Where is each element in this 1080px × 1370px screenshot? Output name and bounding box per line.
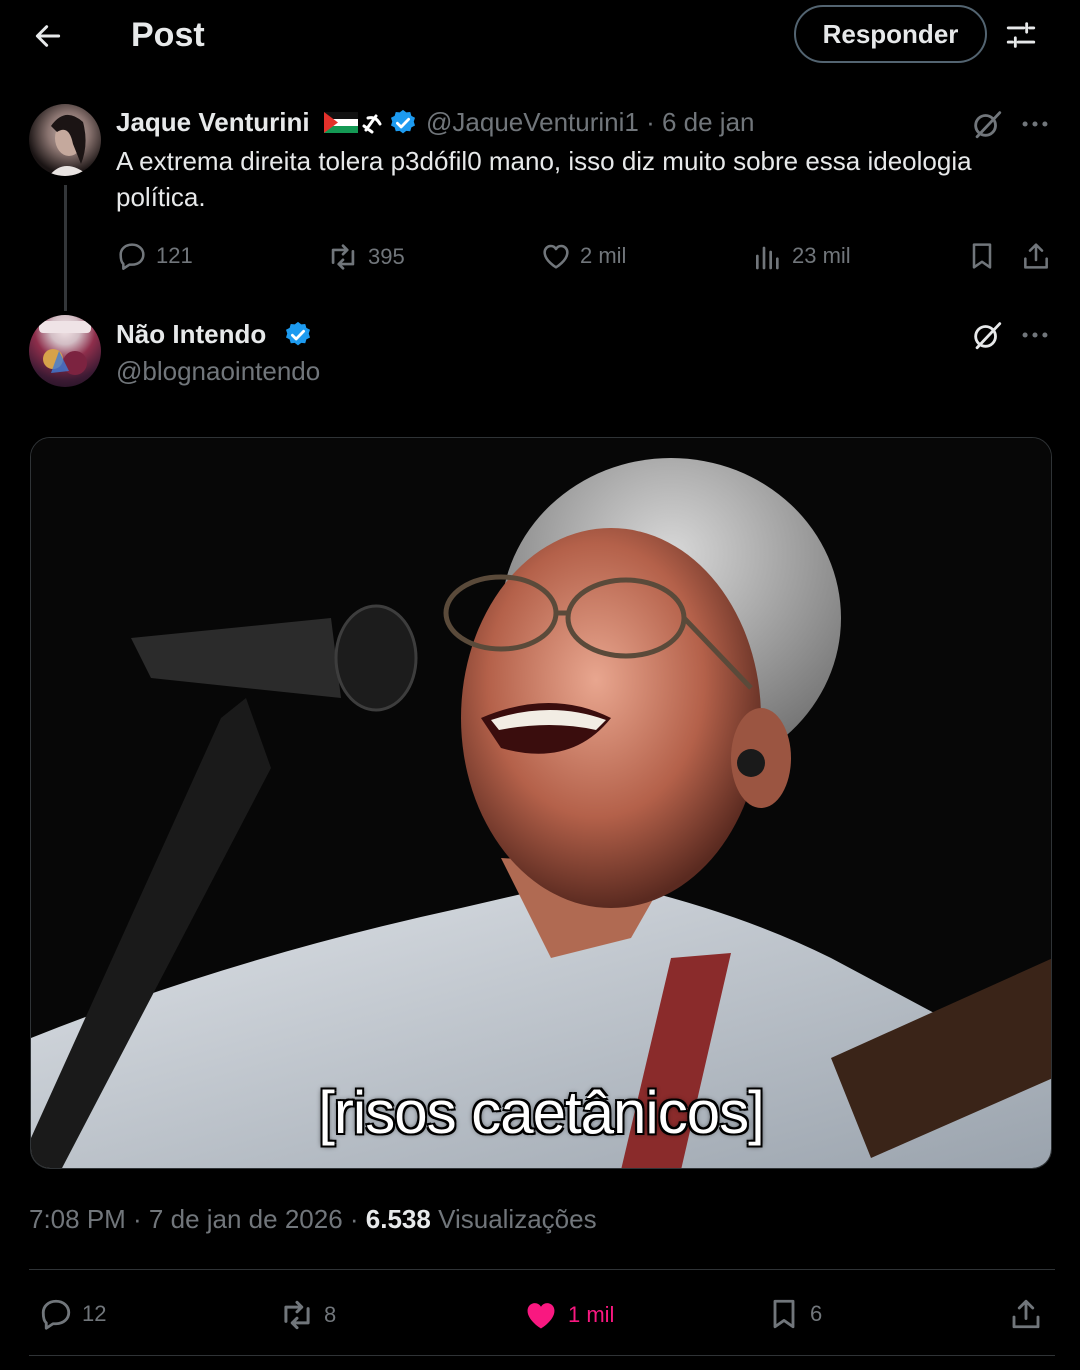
grok-icon bbox=[974, 111, 1002, 139]
views-action[interactable]: 23 mil bbox=[752, 240, 851, 272]
post-text: A extrema direita tolera p3dófil0 mano, … bbox=[116, 146, 972, 212]
heart-filled-icon bbox=[527, 1303, 555, 1329]
repost-count: 8 bbox=[324, 1302, 337, 1327]
author-handle-and-date: @JaqueVenturini1 · 6 de jan bbox=[426, 107, 755, 137]
verified-badge-icon bbox=[286, 321, 310, 346]
bookmark-action[interactable] bbox=[966, 240, 998, 272]
post-timestamp: 7:08 PM · 7 de jan de 2026 · 6.538 Visua… bbox=[29, 1204, 597, 1235]
singer-photo bbox=[31, 438, 1051, 1168]
views-label: Visualizações bbox=[430, 1204, 597, 1234]
repost-action[interactable]: 395 bbox=[326, 240, 405, 274]
reply-count: 12 bbox=[82, 1301, 107, 1326]
like-action[interactable]: 1 mil bbox=[522, 1296, 614, 1334]
divider bbox=[29, 1355, 1055, 1356]
share-icon bbox=[1024, 243, 1048, 269]
grok-button[interactable] bbox=[970, 107, 1004, 141]
top-bar: Post Responder bbox=[0, 0, 1080, 72]
author-name[interactable]: Jaque Venturini bbox=[116, 107, 310, 138]
avatar-photo bbox=[39, 321, 91, 375]
like-count: 2 mil bbox=[580, 243, 627, 268]
thread-connector-line bbox=[64, 185, 67, 311]
bookmark-count: 6 bbox=[810, 1301, 823, 1326]
bookmark-action[interactable]: 6 bbox=[766, 1296, 822, 1332]
post-time[interactable]: 7:08 PM · 7 de jan de 2026 · bbox=[29, 1204, 366, 1234]
more-dots-icon bbox=[1022, 121, 1048, 127]
reply-icon bbox=[41, 1299, 71, 1330]
views-count: 23 mil bbox=[792, 243, 851, 268]
reply-action[interactable]: 121 bbox=[116, 240, 193, 272]
like-action[interactable]: 2 mil bbox=[540, 240, 626, 272]
grok-icon bbox=[974, 322, 1002, 350]
analytics-icon bbox=[756, 246, 779, 270]
reply-action[interactable]: 12 bbox=[38, 1296, 106, 1332]
repost-icon bbox=[284, 1300, 310, 1330]
views-count: 6.538 bbox=[365, 1204, 431, 1234]
divider bbox=[29, 1269, 1055, 1270]
page-title: Post bbox=[131, 16, 205, 54]
reply-count: 121 bbox=[156, 243, 193, 268]
verified-badge-icon bbox=[391, 109, 415, 134]
reply-button[interactable]: Responder bbox=[794, 5, 987, 63]
image-caption: [risos caetânicos] bbox=[318, 1079, 765, 1146]
avatar-photo bbox=[49, 114, 89, 176]
grok-button[interactable] bbox=[970, 318, 1004, 352]
post-image[interactable]: [risos caetânicos] bbox=[30, 437, 1052, 1169]
heart-icon bbox=[543, 244, 569, 269]
author-name[interactable]: Não Intendo bbox=[116, 319, 266, 350]
filter-button[interactable] bbox=[1000, 14, 1042, 56]
share-action[interactable] bbox=[1020, 240, 1052, 272]
sliders-icon bbox=[1006, 22, 1036, 48]
bookmark-icon bbox=[972, 243, 992, 269]
author-handle[interactable]: @blognaointendo bbox=[116, 356, 320, 387]
flag-emojis bbox=[324, 112, 382, 134]
more-dots-icon bbox=[1022, 332, 1048, 338]
arrow-left-icon bbox=[35, 25, 61, 47]
avatar[interactable] bbox=[29, 315, 101, 387]
share-action[interactable] bbox=[1008, 1296, 1044, 1332]
share-icon bbox=[1012, 1299, 1040, 1329]
more-options-button[interactable] bbox=[1018, 318, 1052, 352]
reply-icon bbox=[119, 243, 145, 270]
back-button[interactable] bbox=[28, 16, 68, 56]
more-options-button[interactable] bbox=[1018, 107, 1052, 141]
bookmark-icon bbox=[773, 1299, 795, 1329]
repost-icon bbox=[331, 244, 355, 270]
repost-count: 395 bbox=[368, 244, 405, 269]
repost-action[interactable]: 8 bbox=[278, 1296, 336, 1334]
avatar[interactable] bbox=[29, 104, 101, 176]
like-count: 1 mil bbox=[568, 1302, 615, 1327]
